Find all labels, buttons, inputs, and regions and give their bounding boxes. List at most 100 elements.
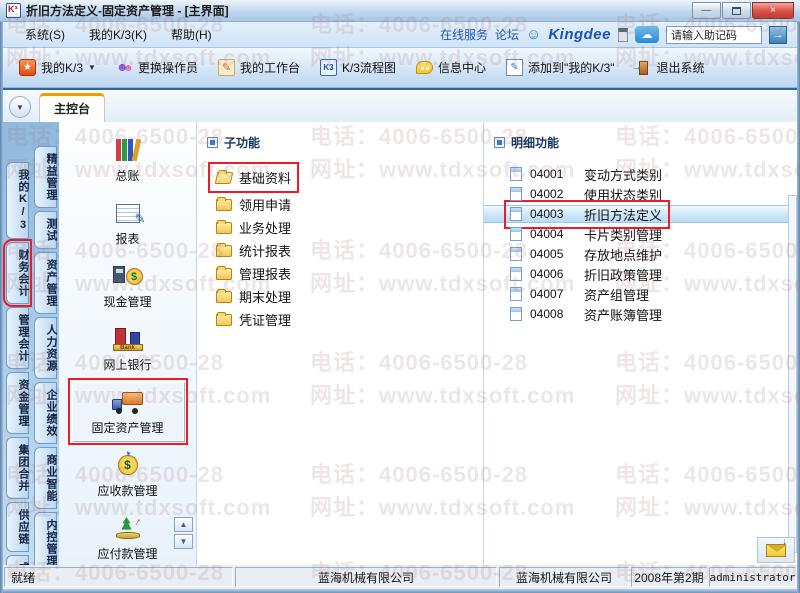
switch-operator-label: 更换操作员 bbox=[138, 59, 198, 76]
folder-item-period-end[interactable]: 期末处理 bbox=[213, 288, 483, 305]
menu-my-k3[interactable]: 我的K/3(K) bbox=[77, 23, 159, 46]
switch-operator-button[interactable]: ☻☻ 更换操作员 bbox=[108, 55, 206, 80]
function-label: 卡片类别管理 bbox=[584, 225, 662, 244]
tab-main-console[interactable]: 主控台 bbox=[39, 93, 105, 122]
scroll-up-button[interactable]: ▲ bbox=[174, 517, 193, 532]
collapse-icon[interactable] bbox=[207, 137, 218, 148]
launcher-label: 应收款管理 bbox=[75, 482, 181, 499]
sidebar-tab-hr[interactable]: 人力资源 bbox=[34, 317, 57, 379]
detail-function-title: 明细功能 bbox=[511, 134, 559, 151]
sidebar-tab-performance[interactable]: 企业绩效 bbox=[34, 382, 57, 444]
folder-icon bbox=[216, 268, 232, 280]
close-button[interactable]: × bbox=[752, 2, 794, 19]
sidebar-tab-supply-chain[interactable]: 供应链 bbox=[6, 502, 29, 552]
detail-item-04005[interactable]: 04005存放地点维护 bbox=[484, 245, 797, 263]
function-code: 04006 bbox=[530, 267, 572, 281]
sidebar-tab-cash-management[interactable]: 资金管理 bbox=[6, 372, 29, 434]
launcher-item-receivables[interactable]: $ 应收款管理 bbox=[72, 445, 184, 504]
sidebar-tab-group-consolidation[interactable]: 集团合并 bbox=[6, 437, 29, 499]
maximize-button[interactable] bbox=[722, 2, 751, 19]
function-code: 04001 bbox=[530, 167, 572, 181]
bank-buildings-icon: Bank bbox=[113, 327, 143, 351]
mnemonic-input[interactable] bbox=[666, 26, 762, 44]
sidebar-tab-cost-management[interactable]: 成本管理 bbox=[6, 555, 29, 565]
truck-icon bbox=[112, 390, 144, 414]
k3-flowchart-button[interactable]: K3 K/3流程图 bbox=[312, 55, 404, 80]
folder-item-business-processing[interactable]: 业务处理 bbox=[213, 219, 483, 236]
sidebar-tab-internal-control[interactable]: 内控管理 bbox=[34, 512, 57, 565]
detail-item-04007[interactable]: 04007资产组管理 bbox=[484, 285, 797, 303]
function-label: 变动方式类别 bbox=[584, 165, 662, 184]
launcher-label: 报表 bbox=[75, 230, 181, 247]
launcher-label: 网上银行 bbox=[75, 356, 181, 373]
envelope-icon bbox=[766, 544, 786, 557]
minimize-button[interactable]: — bbox=[692, 2, 721, 19]
launcher-item-online-banking[interactable]: Bank 网上银行 bbox=[72, 319, 184, 378]
status-period: 2008年第2期 bbox=[631, 567, 707, 587]
sidebar-tab-asset-management[interactable]: 资产管理 bbox=[34, 252, 57, 314]
function-label: 折旧政策管理 bbox=[584, 265, 662, 284]
detail-item-04004[interactable]: 04004 卡片类别管理 bbox=[484, 225, 797, 243]
launcher-label: 总账 bbox=[75, 167, 181, 184]
detail-item-04002[interactable]: 04002使用状态类别 bbox=[484, 185, 797, 203]
folder-item-voucher-management[interactable]: 凭证管理 bbox=[213, 311, 483, 328]
workbench-icon: ✎ bbox=[218, 59, 235, 76]
launcher-scroll-buttons: ▲ ▼ bbox=[174, 517, 193, 549]
tool-bar: ★ 我的K/3 ▼ ☻☻ 更换操作员 ✎ 我的工作台 K3 K/3流程图 信息中… bbox=[3, 48, 797, 88]
folder-item-management-reports[interactable]: 管理报表 bbox=[213, 265, 483, 282]
scroll-down-button[interactable]: ▼ bbox=[174, 534, 193, 549]
folder-icon bbox=[216, 314, 232, 326]
collapse-icon[interactable] bbox=[494, 137, 505, 148]
folder-label: 基础资料 bbox=[239, 168, 291, 187]
sidebar-tab-financial-accounting[interactable]: 财务会计 bbox=[6, 242, 29, 304]
exit-system-button[interactable]: → 退出系统 bbox=[627, 55, 713, 80]
launcher-item-payables[interactable]: ↑ 应付款管理 bbox=[72, 508, 184, 565]
go-arrow-button[interactable]: → bbox=[769, 26, 787, 44]
menu-system[interactable]: 系统(S) bbox=[13, 23, 77, 46]
maximize-icon bbox=[732, 7, 741, 15]
sub-function-header: 子功能 bbox=[197, 122, 483, 157]
sidebar-tab-management-accounting[interactable]: 管理会计 bbox=[6, 307, 29, 369]
detail-function-header: 明细功能 bbox=[484, 122, 797, 157]
folder-icon bbox=[216, 222, 232, 234]
moneybag-icon: $ bbox=[118, 455, 138, 475]
folder-item-statistics-reports[interactable]: 统计报表 bbox=[213, 242, 483, 259]
launcher-item-cash-management[interactable]: $ 现金管理 bbox=[72, 256, 184, 315]
my-k3-button[interactable]: ★ 我的K/3 ▼ bbox=[11, 55, 104, 80]
tab-dropdown-button[interactable]: ▼ bbox=[9, 96, 31, 118]
sidebar-tab-lean-management[interactable]: 精益管理 bbox=[34, 146, 57, 208]
function-code: 04003 bbox=[530, 207, 572, 221]
add-to-my-k3-button[interactable]: ✎ 添加到"我的K/3" bbox=[498, 55, 623, 80]
vertical-scrollbar[interactable] bbox=[788, 195, 797, 553]
detail-item-04008[interactable]: 04008资产账簿管理 bbox=[484, 305, 797, 323]
document-icon bbox=[510, 247, 522, 261]
folder-item-basic-data[interactable]: 基础资料 bbox=[213, 169, 483, 186]
cloud-icon[interactable]: ☁ bbox=[635, 26, 659, 43]
info-center-button[interactable]: 信息中心 bbox=[408, 55, 494, 80]
calculator-icon[interactable] bbox=[618, 28, 628, 42]
sidebar-tab-my-k3[interactable]: 我的K/3 bbox=[6, 162, 29, 239]
main-area: 我的K/3 财务会计 管理会计 资金管理 集团合并 供应链 成本管理 精益管理 … bbox=[3, 122, 797, 565]
detail-item-04006[interactable]: 04006 折旧政策管理 bbox=[484, 265, 797, 283]
sidebar-tab-bi[interactable]: 商业智能 bbox=[34, 447, 57, 509]
sidebar-tab-test[interactable]: 测试 bbox=[34, 211, 57, 249]
detail-item-04001[interactable]: 04001 变动方式类别 bbox=[484, 165, 797, 183]
launcher-item-reports[interactable]: 报表 bbox=[72, 193, 184, 252]
message-mail-button[interactable] bbox=[757, 537, 795, 563]
folder-icon bbox=[216, 199, 232, 211]
operator-icon: ☻☻ bbox=[116, 59, 133, 76]
my-workbench-button[interactable]: ✎ 我的工作台 bbox=[210, 55, 308, 80]
add-page-icon: ✎ bbox=[506, 59, 523, 76]
detail-item-04003-selected[interactable]: 04003折旧方法定义 bbox=[484, 205, 797, 223]
menu-bar: 系统(S) 我的K/3(K) 帮助(H) 在线服务 论坛 ☺ Kingdee ☁… bbox=[3, 22, 797, 48]
menu-help[interactable]: 帮助(H) bbox=[159, 23, 224, 46]
smiley-icon[interactable]: ☺ bbox=[526, 27, 541, 42]
folder-item-requisition[interactable]: 领用申请 bbox=[213, 196, 483, 213]
forum-link[interactable]: 论坛 bbox=[495, 26, 519, 43]
star-icon: ★ bbox=[19, 59, 36, 76]
function-label: 资产账簿管理 bbox=[584, 305, 662, 324]
launcher-item-general-ledger[interactable]: 总账 bbox=[72, 130, 184, 189]
function-code: 04004 bbox=[530, 227, 572, 241]
launcher-item-fixed-assets[interactable]: 固定资产管理 bbox=[72, 382, 184, 441]
online-service-link[interactable]: 在线服务 bbox=[440, 26, 488, 43]
